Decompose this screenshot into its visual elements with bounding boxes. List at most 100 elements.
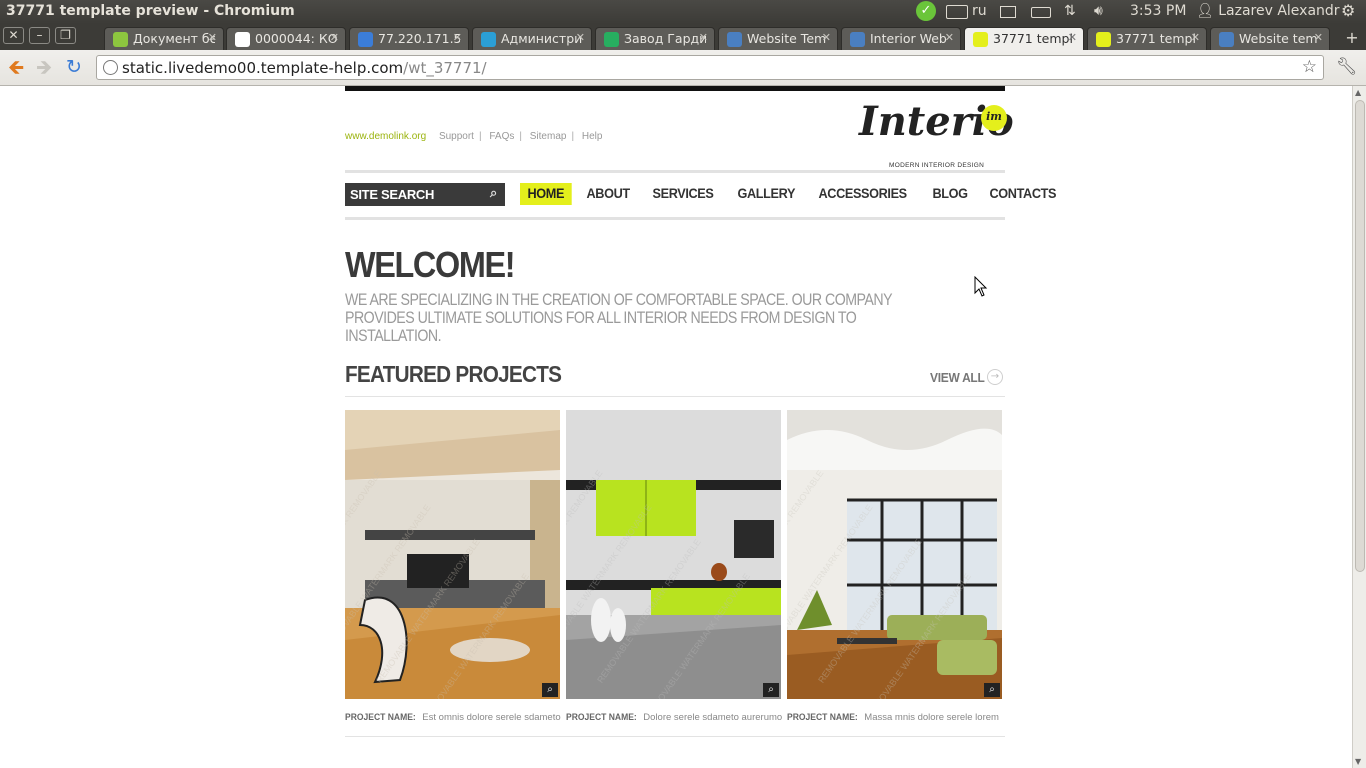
project-caption-name[interactable]: Est omnis dolore serele sdameto (422, 712, 560, 723)
view-all-link[interactable]: VIEW ALL (930, 370, 985, 385)
menu-item-accessories[interactable]: ACCESSORIES (811, 183, 914, 205)
tab-title: Website Tem (747, 31, 827, 46)
project-caption-label: PROJECT NAME: (345, 712, 416, 723)
clock[interactable]: 3:53 PM (1130, 3, 1186, 19)
tab-close-icon[interactable]: ✕ (1191, 31, 1200, 44)
url-text[interactable]: static.livedemo00.template-help.com/wt_3… (122, 59, 487, 77)
project-image[interactable]: REMOVABLE WATERMARK REMOVABLE REMOVABLE … (787, 410, 1002, 699)
mouse-cursor-icon (974, 276, 988, 297)
browser-tab[interactable]: 37771 templ ✕ (964, 27, 1084, 50)
address-bar[interactable]: static.livedemo00.template-help.com/wt_3… (96, 55, 1324, 80)
tab-favicon-icon (358, 32, 373, 47)
site-search-placeholder: SITE SEARCH (350, 187, 435, 202)
url-path: /wt_37771/ (403, 59, 487, 77)
wrench-icon[interactable]: 🔧︎ (1336, 57, 1358, 77)
tab-close-icon[interactable]: ✕ (453, 31, 462, 44)
page-title: WELCOME! (345, 244, 516, 285)
scrollbar-thumb[interactable] (1355, 100, 1365, 572)
tab-title: 0000044: КО (255, 31, 337, 46)
tab-close-icon[interactable]: ✕ (330, 31, 339, 44)
browser-tab[interactable]: 37771 templ ✕ (1087, 27, 1207, 50)
zoom-icon[interactable]: ⌕ (542, 683, 558, 697)
main-menu: HOME ABOUT SERVICES GALLERY ACCESSORIES BLOG C… (520, 183, 1073, 205)
tab-strip: ✕ – ❐ Документ бе ✕ 0000044: КО ✕ 77.220.171… (0, 24, 1366, 50)
tab-title: Администри (501, 31, 583, 46)
check-icon[interactable]: ✓ (916, 1, 936, 21)
tab-close-icon[interactable]: ✕ (822, 31, 831, 44)
browser-tab[interactable]: Администри ✕ (472, 27, 592, 50)
bookmark-star-icon[interactable]: ☆ (1302, 57, 1317, 77)
divider (345, 736, 1005, 737)
intro-text: WE ARE SPECIALIZING IN THE CREATION OF C… (345, 291, 892, 345)
browser-tab[interactable]: Завод Гарди ✕ (595, 27, 715, 50)
menu-item-about[interactable]: ABOUT (579, 183, 637, 205)
browser-tab[interactable]: Website Tem ✕ (718, 27, 838, 50)
tab-close-icon[interactable]: ✕ (208, 31, 217, 44)
menu-item-contacts[interactable]: CONTACTS (982, 183, 1064, 205)
tab-title: Interior Web (870, 31, 947, 46)
site-logo[interactable]: Interio im MODERN INTERIOR DESIGN (857, 98, 1014, 169)
window-close-button[interactable]: ✕ (3, 27, 24, 44)
project-image[interactable]: REMOVABLE WATERMARK REMOVABLE REMOVABLE … (566, 410, 781, 699)
menu-item-home[interactable]: HOME (520, 183, 572, 205)
top-links: www.demolink.org Support | FAQs | Sitemap |… (345, 131, 603, 142)
sitemap-link[interactable]: Sitemap (530, 131, 567, 142)
project-caption: PROJECT NAME: Est omnis dolore serele sd… (345, 712, 565, 723)
tab-close-icon[interactable]: ✕ (1068, 31, 1077, 44)
browser-toolbar: 🡸 🡺 ↻ static.livedemo00.template-help.co… (0, 50, 1366, 86)
project-caption-name[interactable]: Massa mnis dolore serele lorem (864, 712, 999, 723)
tab-close-icon[interactable]: ✕ (576, 31, 585, 44)
window-restore-button[interactable]: ❐ (55, 27, 76, 44)
tab-title: 37771 templ (993, 31, 1073, 46)
project-image[interactable]: REMOVABLE WATERMARK REMOVABLE REMOVABLE … (345, 410, 560, 699)
back-arrow-icon[interactable]: 🡸 (8, 56, 24, 78)
logo-tagline: MODERN INTERIOR DESIGN (889, 162, 985, 169)
tab-favicon-icon (235, 32, 250, 47)
browser-tab[interactable]: 0000044: КО ✕ (226, 27, 346, 50)
browser-tab[interactable]: Документ бе ✕ (104, 27, 224, 50)
support-link[interactable]: Support (439, 131, 474, 142)
reload-icon[interactable]: ↻ (66, 56, 82, 78)
battery-icon[interactable] (1031, 7, 1051, 18)
search-icon[interactable]: ⌕ (490, 185, 497, 201)
tab-favicon-icon (850, 32, 865, 47)
menu-item-gallery[interactable]: GALLERY (730, 183, 803, 205)
zoom-icon[interactable]: ⌕ (763, 683, 779, 697)
keyboard-icon[interactable] (946, 5, 968, 19)
volume-icon[interactable]: 🔊︎ (1094, 3, 1103, 19)
gear-icon[interactable]: ⚙ (1341, 1, 1355, 20)
site-page: www.demolink.org Support | FAQs | Sitemap |… (345, 86, 1057, 768)
forward-arrow-icon[interactable]: 🡺 (36, 56, 52, 78)
menu-item-services[interactable]: SERVICES (645, 183, 721, 205)
site-search-input[interactable]: SITE SEARCH ⌕ (345, 183, 505, 206)
zoom-icon[interactable]: ⌕ (984, 683, 1000, 697)
browser-tab[interactable]: Interior Web ✕ (841, 27, 961, 50)
tab-favicon-icon (113, 32, 128, 47)
vertical-scrollbar[interactable]: ▲ ▼ (1352, 86, 1366, 768)
demolink[interactable]: www.demolink.org (345, 131, 426, 142)
network-icon[interactable]: ⇅ (1064, 3, 1076, 19)
arrow-right-icon[interactable]: → (987, 369, 1003, 385)
browser-tab[interactable]: 77.220.171.5 ✕ (349, 27, 469, 50)
user-menu[interactable]: 👤︎ Lazarev Alexandr (1196, 3, 1340, 19)
new-tab-button[interactable]: + (1342, 29, 1362, 47)
tab-close-icon[interactable]: ✕ (699, 31, 708, 44)
browser-tab[interactable]: Website tem ✕ (1210, 27, 1330, 50)
tab-title: 37771 templ (1116, 31, 1196, 46)
logo-badge: im (981, 105, 1007, 131)
faqs-link[interactable]: FAQs (489, 131, 514, 142)
menu-item-blog[interactable]: BLOG (925, 183, 975, 205)
project-caption: PROJECT NAME: Massa mnis dolore serele l… (787, 712, 1007, 723)
scroll-up-icon[interactable]: ▲ (1355, 88, 1361, 97)
keyboard-layout-label[interactable]: ru (972, 3, 987, 19)
tab-close-icon[interactable]: ✕ (1314, 31, 1323, 44)
help-link[interactable]: Help (582, 131, 603, 142)
window-minimize-button[interactable]: – (29, 27, 50, 44)
tab-favicon-icon (1219, 32, 1234, 47)
tab-title: Завод Гарди (624, 31, 706, 46)
mail-icon[interactable] (1000, 6, 1016, 18)
project-caption-label: PROJECT NAME: (787, 712, 858, 723)
project-caption-name[interactable]: Dolore serele sdameto aurerumo (643, 712, 782, 723)
tab-close-icon[interactable]: ✕ (945, 31, 954, 44)
scroll-down-icon[interactable]: ▼ (1355, 757, 1361, 766)
